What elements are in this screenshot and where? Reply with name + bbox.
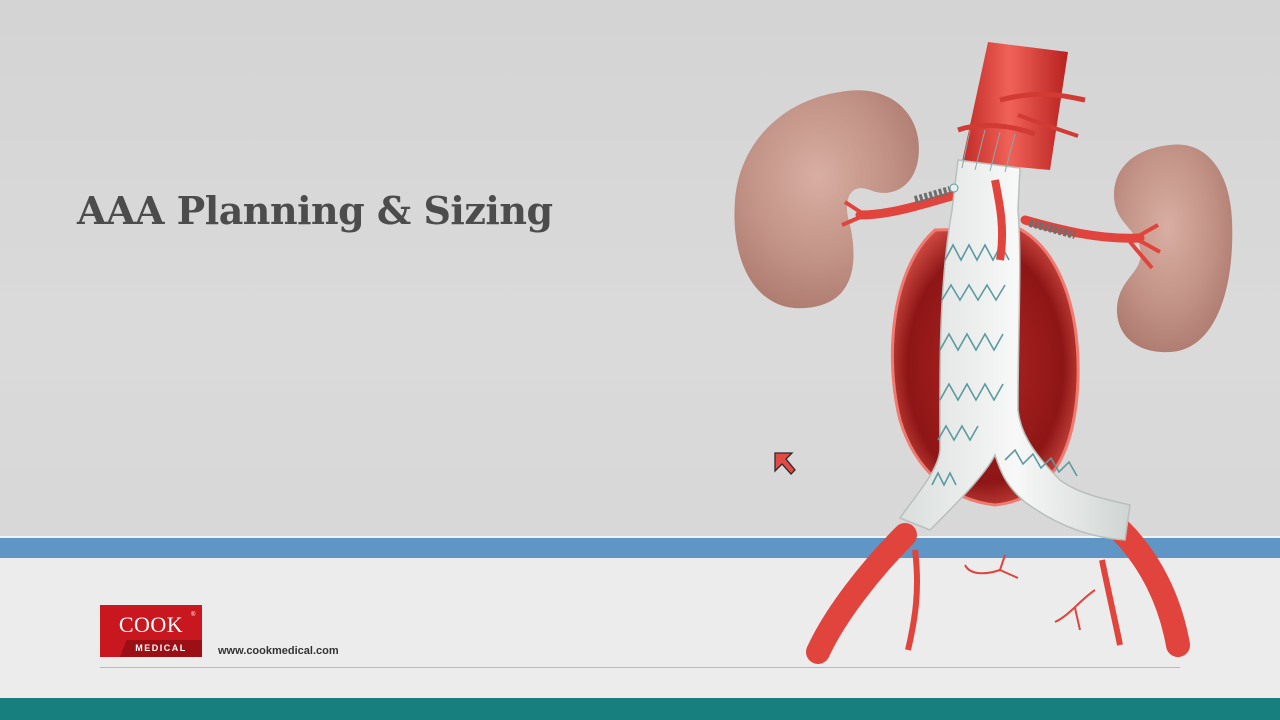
iliac-artery-icon	[806, 518, 1190, 664]
logo-registered-mark: ®	[191, 612, 196, 618]
website-link[interactable]: www.cookmedical.com	[218, 645, 339, 657]
cook-medical-logo[interactable]: COOK ® MEDICAL	[100, 605, 202, 657]
teal-bottom-band	[0, 698, 1280, 720]
logo-word: COOK	[118, 612, 184, 637]
logo-subword-bar: MEDICAL	[120, 640, 202, 657]
logo-subword: MEDICAL	[135, 643, 187, 653]
red-arrow-cursor-icon	[774, 452, 796, 475]
right-kidney-icon	[1114, 144, 1233, 353]
left-kidney-icon	[734, 90, 919, 309]
slide-title: AAA Planning & Sizing	[77, 188, 553, 233]
aortic-stent-graft-illustration	[734, 42, 1233, 664]
aorta-icon	[962, 42, 1086, 170]
slide: AAA Planning & Sizing COOK ® MEDICAL www…	[0, 0, 1280, 720]
